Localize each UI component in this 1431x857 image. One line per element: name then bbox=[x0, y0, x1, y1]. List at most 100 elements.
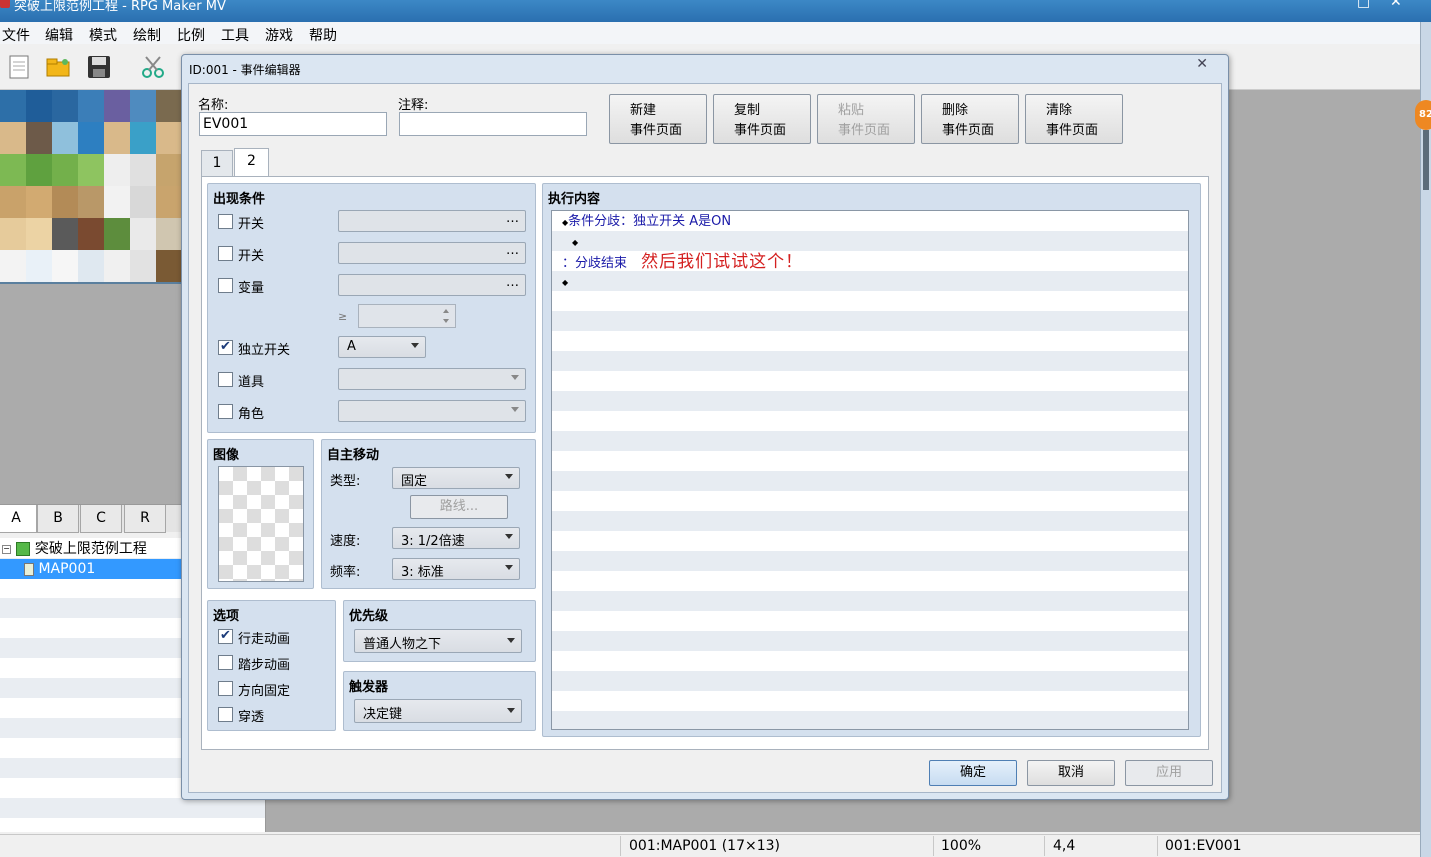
tab-page-1[interactable]: 1 bbox=[201, 150, 233, 176]
self-switch-dropdown[interactable]: A bbox=[338, 336, 426, 358]
tile[interactable] bbox=[26, 90, 52, 122]
menu-edit[interactable]: 编辑 bbox=[45, 25, 73, 45]
command-line[interactable]: ◆条件分歧：独立开关 A是ON bbox=[562, 212, 731, 232]
tile[interactable] bbox=[0, 154, 26, 186]
menu-mode[interactable]: 模式 bbox=[89, 25, 117, 45]
tileset-palette[interactable] bbox=[0, 90, 182, 284]
spin-down-icon[interactable] bbox=[443, 319, 449, 323]
through-checkbox[interactable] bbox=[218, 707, 233, 722]
tile[interactable] bbox=[52, 122, 78, 154]
tile[interactable] bbox=[26, 154, 52, 186]
tile[interactable] bbox=[78, 154, 104, 186]
tile[interactable] bbox=[130, 154, 156, 186]
collapse-icon[interactable]: − bbox=[2, 544, 11, 554]
tile[interactable] bbox=[26, 218, 52, 250]
minimize-button[interactable]: ˇ bbox=[1324, 0, 1331, 10]
switch1-selector[interactable]: … bbox=[338, 210, 526, 232]
tile[interactable] bbox=[52, 218, 78, 250]
menu-help[interactable]: 帮助 bbox=[309, 25, 337, 45]
speed-dropdown[interactable]: 3: 1/2倍速 bbox=[392, 527, 520, 549]
new-project-icon[interactable] bbox=[6, 54, 32, 80]
close-window-button[interactable]: ✕ bbox=[1390, 0, 1402, 10]
tile[interactable] bbox=[52, 154, 78, 186]
save-project-icon[interactable] bbox=[86, 54, 112, 80]
menu-file[interactable]: 文件 bbox=[2, 25, 30, 45]
tile[interactable] bbox=[0, 90, 26, 122]
copy-page-button[interactable]: 复制 事件页面 bbox=[713, 94, 811, 144]
item-dropdown[interactable] bbox=[338, 368, 526, 390]
tile[interactable] bbox=[156, 186, 182, 218]
tile[interactable] bbox=[0, 186, 26, 218]
variable-checkbox[interactable] bbox=[218, 278, 233, 293]
tile[interactable] bbox=[26, 186, 52, 218]
tile[interactable] bbox=[0, 218, 26, 250]
tile[interactable] bbox=[130, 218, 156, 250]
variable-value-spinner[interactable] bbox=[358, 304, 456, 328]
tree-item-map001[interactable]: MAP001 bbox=[0, 559, 182, 579]
self-switch-checkbox[interactable]: ✔ bbox=[218, 340, 233, 355]
tile[interactable] bbox=[130, 90, 156, 122]
tile[interactable] bbox=[78, 186, 104, 218]
scrollbar-thumb[interactable] bbox=[1423, 130, 1429, 190]
clear-page-button[interactable]: 清除 事件页面 bbox=[1025, 94, 1123, 144]
dialog-close-icon[interactable]: ✕ bbox=[1196, 56, 1208, 72]
tile[interactable] bbox=[26, 122, 52, 154]
new-page-button[interactable]: 新建 事件页面 bbox=[609, 94, 707, 144]
switch2-selector[interactable]: … bbox=[338, 242, 526, 264]
menu-game[interactable]: 游戏 bbox=[265, 25, 293, 45]
switch2-checkbox[interactable] bbox=[218, 246, 233, 261]
route-button[interactable]: 路线... bbox=[410, 495, 508, 519]
variable-selector[interactable]: … bbox=[338, 274, 526, 296]
switch2-ellipsis-icon[interactable]: … bbox=[506, 243, 519, 258]
frequency-dropdown[interactable]: 3: 标准 bbox=[392, 558, 520, 580]
maximize-button[interactable]: □ bbox=[1357, 0, 1370, 10]
tile[interactable] bbox=[156, 122, 182, 154]
switch1-checkbox[interactable] bbox=[218, 214, 233, 229]
tileset-tab-a[interactable]: A bbox=[0, 505, 37, 533]
tile[interactable] bbox=[130, 122, 156, 154]
tile[interactable] bbox=[78, 122, 104, 154]
command-line[interactable]: ：分歧结束 然后我们试试这个！ bbox=[562, 252, 803, 272]
actor-dropdown[interactable] bbox=[338, 400, 526, 422]
tile[interactable] bbox=[52, 250, 78, 282]
priority-dropdown[interactable]: 普通人物之下 bbox=[354, 629, 522, 653]
switch1-ellipsis-icon[interactable]: … bbox=[506, 211, 519, 226]
cancel-button[interactable]: 取消 bbox=[1027, 760, 1115, 786]
apply-button[interactable]: 应用 bbox=[1125, 760, 1213, 786]
command-list[interactable]: ◆条件分歧：独立开关 A是ON ◆ ：分歧结束 然后我们试试这个！ ◆ bbox=[551, 210, 1189, 730]
paste-page-button[interactable]: 粘贴 事件页面 bbox=[817, 94, 915, 144]
tree-item-project[interactable]: − 突破上限范例工程 bbox=[0, 539, 147, 559]
tile[interactable] bbox=[130, 250, 156, 282]
tile[interactable] bbox=[26, 250, 52, 282]
notification-badge[interactable]: 82 bbox=[1415, 100, 1431, 130]
tile[interactable] bbox=[78, 218, 104, 250]
command-line[interactable]: ◆ bbox=[562, 272, 568, 292]
open-project-icon[interactable] bbox=[45, 54, 71, 80]
move-type-dropdown[interactable]: 固定 bbox=[392, 467, 520, 489]
tileset-tab-c[interactable]: C bbox=[80, 505, 122, 533]
tile[interactable] bbox=[104, 122, 130, 154]
spin-up-icon[interactable] bbox=[443, 309, 449, 313]
tile[interactable] bbox=[78, 250, 104, 282]
tile[interactable] bbox=[52, 186, 78, 218]
name-field[interactable]: EV001 bbox=[199, 112, 387, 136]
variable-ellipsis-icon[interactable]: … bbox=[506, 275, 519, 290]
stepping-anim-checkbox[interactable] bbox=[218, 655, 233, 670]
tile[interactable] bbox=[156, 218, 182, 250]
tile[interactable] bbox=[156, 154, 182, 186]
menu-draw[interactable]: 绘制 bbox=[133, 25, 161, 45]
cut-icon[interactable] bbox=[140, 54, 166, 80]
tile[interactable] bbox=[130, 186, 156, 218]
tile[interactable] bbox=[0, 122, 26, 154]
menu-tools[interactable]: 工具 bbox=[221, 25, 249, 45]
tileset-tab-b[interactable]: B bbox=[37, 505, 79, 533]
ok-button[interactable]: 确定 bbox=[929, 760, 1017, 786]
tileset-tab-r[interactable]: R bbox=[124, 505, 166, 533]
actor-checkbox[interactable] bbox=[218, 404, 233, 419]
tile[interactable] bbox=[156, 250, 182, 282]
tile[interactable] bbox=[104, 90, 130, 122]
tile[interactable] bbox=[104, 186, 130, 218]
tile[interactable] bbox=[52, 90, 78, 122]
tile[interactable] bbox=[104, 250, 130, 282]
command-line[interactable]: ◆ bbox=[572, 232, 578, 252]
